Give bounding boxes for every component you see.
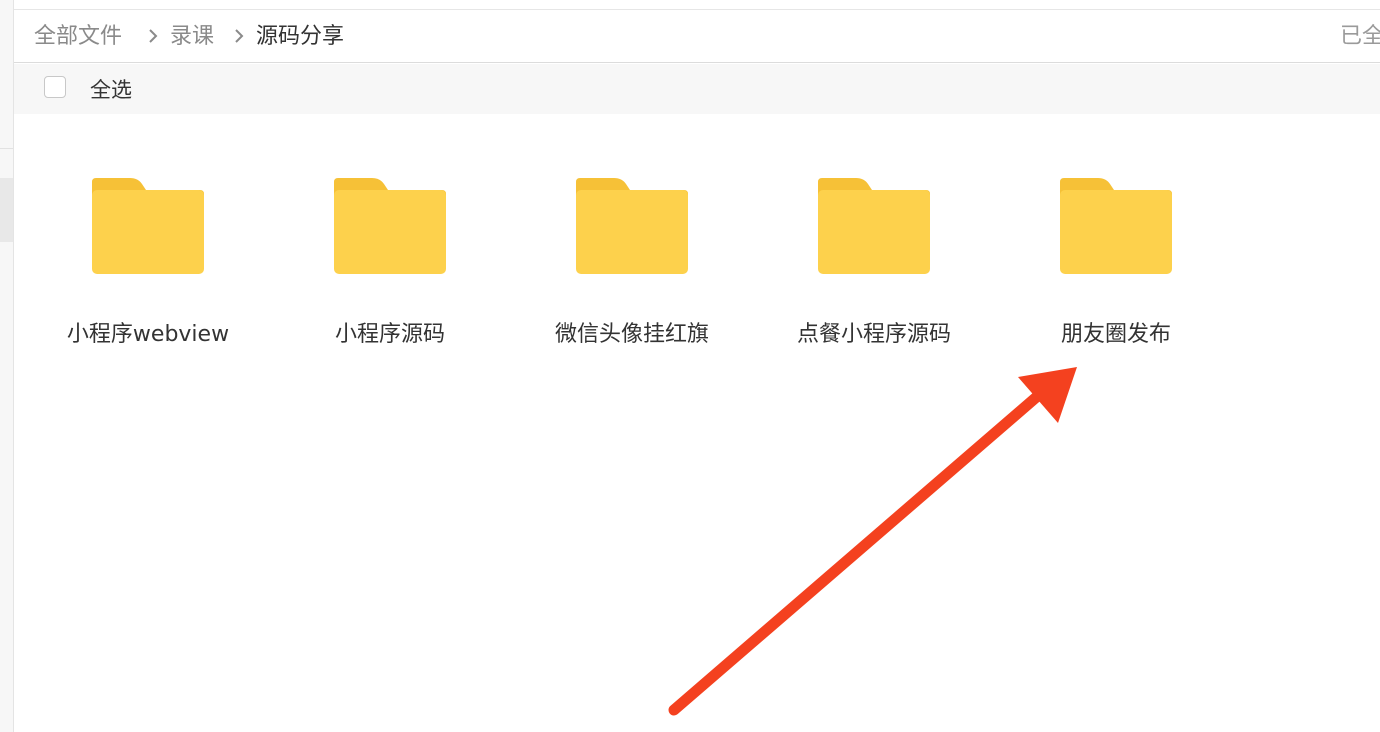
breadcrumb-item-current: 源码分享 bbox=[256, 24, 345, 49]
selection-status-text: 已全 bbox=[1340, 24, 1380, 49]
folder-icon[interactable] bbox=[1058, 178, 1174, 276]
folder-name[interactable]: 小程序源码 bbox=[275, 320, 505, 350]
select-all-bar: 全选 bbox=[14, 64, 1380, 114]
breadcrumb: 全部文件 录课 源码分享 已全 bbox=[14, 10, 1380, 63]
folder-item[interactable]: 小程序webview bbox=[33, 170, 263, 370]
sidebar-divider bbox=[0, 148, 13, 149]
folder-icon[interactable] bbox=[90, 178, 206, 276]
breadcrumb-item-all-files[interactable]: 全部文件 bbox=[34, 22, 122, 52]
folder-item[interactable]: 朋友圈发布 bbox=[1001, 170, 1231, 370]
folder-item[interactable]: 点餐小程序源码 bbox=[759, 170, 989, 370]
chevron-right-icon bbox=[232, 29, 246, 43]
sidebar-selected-item[interactable] bbox=[0, 178, 13, 242]
folder-icon[interactable] bbox=[816, 178, 932, 276]
folder-name[interactable]: 点餐小程序源码 bbox=[759, 320, 989, 350]
select-all-label[interactable]: 全选 bbox=[90, 75, 132, 105]
left-sidebar-edge bbox=[0, 0, 14, 732]
breadcrumb-item-recording[interactable]: 录课 bbox=[170, 22, 214, 52]
select-all-checkbox[interactable] bbox=[44, 76, 66, 98]
folder-name[interactable]: 朋友圈发布 bbox=[1001, 320, 1231, 350]
folder-icon[interactable] bbox=[574, 178, 690, 276]
folder-name[interactable]: 小程序webview bbox=[33, 320, 263, 350]
chevron-right-icon bbox=[146, 29, 160, 43]
folder-item[interactable]: 小程序源码 bbox=[275, 170, 505, 370]
folder-name[interactable]: 微信头像挂红旗 bbox=[517, 320, 747, 350]
folder-item[interactable]: 微信头像挂红旗 bbox=[517, 170, 747, 370]
folder-icon[interactable] bbox=[332, 178, 448, 276]
